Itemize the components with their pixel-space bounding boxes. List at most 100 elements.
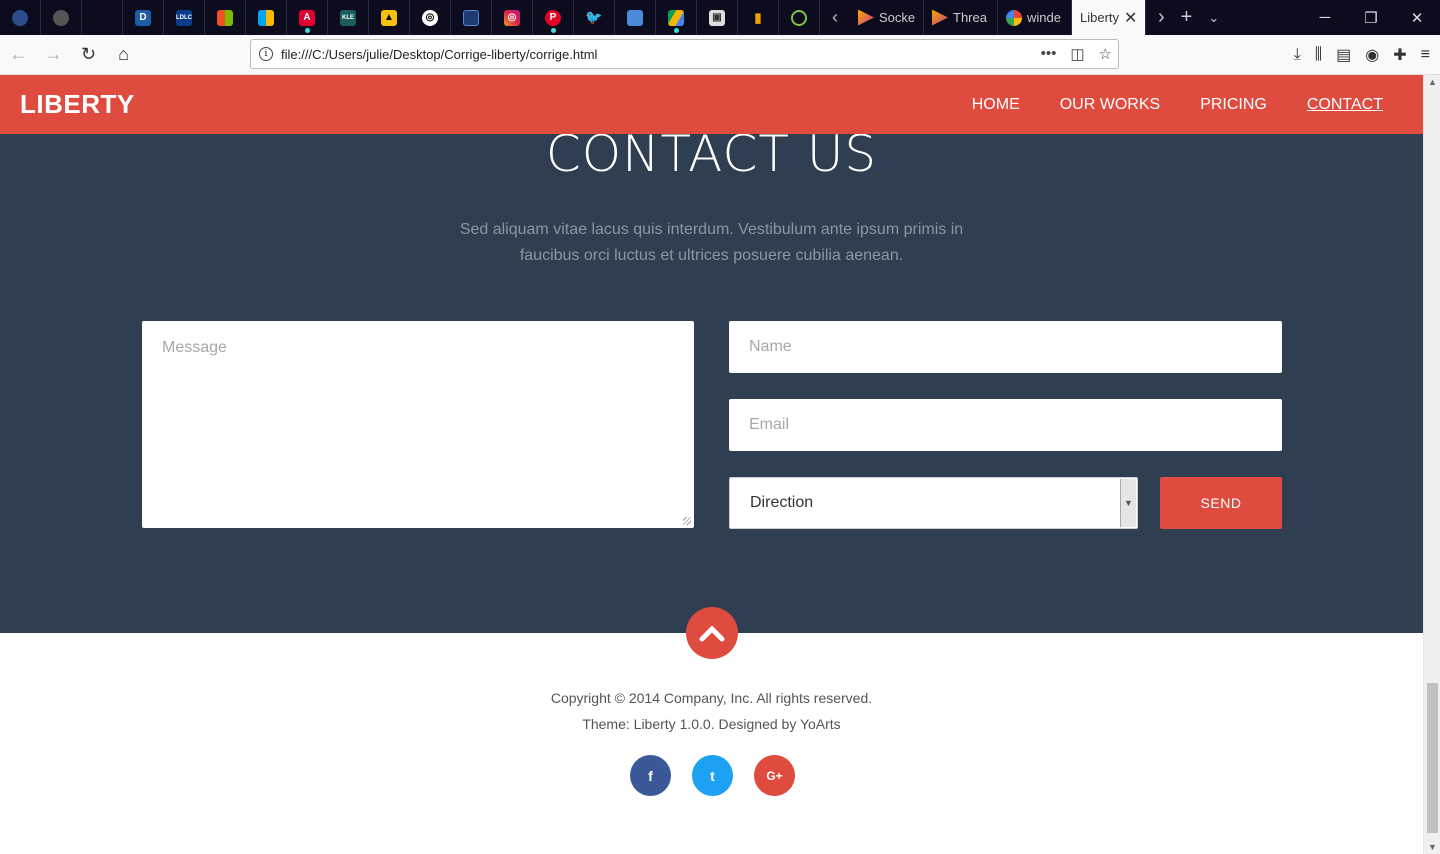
globe-icon: ◎ bbox=[422, 9, 438, 26]
site-header: LIBERTY HOME OUR WORKS PRICING CONTACT bbox=[0, 75, 1423, 134]
tab-scroll-left-icon[interactable]: ‹ bbox=[820, 0, 850, 35]
tab-tools: › + ⌄ bbox=[1158, 6, 1219, 29]
chevron-down-icon[interactable]: ▼ bbox=[1120, 479, 1136, 527]
pinned-tab-circle[interactable] bbox=[41, 0, 82, 35]
pinned-tabs: D LDLC A KLE ▲ ◎ ◎ P 🐦 ▣ ▮ bbox=[0, 0, 820, 35]
direction-select[interactable]: Direction ▼ bbox=[729, 477, 1138, 529]
social-links: f t G+ bbox=[630, 755, 795, 796]
moon-icon bbox=[12, 9, 28, 26]
kle-icon: KLE bbox=[340, 9, 356, 26]
url-text: file:///C:/Users/julie/Desktop/Corrige-l… bbox=[281, 46, 598, 62]
pinned-tab-drive[interactable] bbox=[656, 0, 697, 35]
info-icon[interactable]: i bbox=[259, 47, 273, 61]
restore-icon[interactable]: ❐ bbox=[1348, 0, 1394, 35]
menu-our-works[interactable]: OUR WORKS bbox=[1060, 96, 1160, 114]
circle-icon bbox=[53, 9, 69, 26]
map-icon bbox=[627, 9, 643, 26]
back-to-top-button[interactable] bbox=[686, 607, 738, 659]
brand-logo[interactable]: LIBERTY bbox=[20, 89, 135, 120]
pinned-tab-blank[interactable] bbox=[82, 0, 123, 35]
tab-active[interactable]: Liberty ✕ bbox=[1072, 0, 1146, 35]
browser-tabstrip: D LDLC A KLE ▲ ◎ ◎ P 🐦 ▣ ▮ ‹ Socke Threa… bbox=[0, 0, 1440, 35]
star-icon[interactable]: ☆ bbox=[1099, 45, 1112, 63]
instagram-icon: ◎ bbox=[504, 9, 520, 26]
copyright-text: Copyright © 2014 Company, Inc. All right… bbox=[550, 690, 873, 706]
pinterest-icon: P bbox=[545, 9, 561, 26]
back-icon[interactable]: ← bbox=[2, 38, 35, 71]
page-scrollbar[interactable]: ▲ ▼ bbox=[1423, 75, 1440, 854]
bing-icon bbox=[932, 9, 948, 26]
pinned-tab-bag[interactable]: ▣ bbox=[697, 0, 738, 35]
url-bar[interactable]: i file:///C:/Users/julie/Desktop/Corrige… bbox=[250, 39, 1119, 69]
library-icon[interactable]: ⫼ bbox=[1315, 46, 1322, 64]
pinned-tab-globe[interactable]: ◎ bbox=[410, 0, 451, 35]
windows-icon bbox=[217, 9, 233, 26]
scroll-up-icon[interactable]: ▲ bbox=[1424, 77, 1440, 87]
chevron-up-icon bbox=[699, 625, 725, 642]
pinned-tab-instagram[interactable]: ◎ bbox=[492, 0, 533, 35]
close-icon[interactable]: ✕ bbox=[1124, 8, 1145, 28]
site-menu: HOME OUR WORKS PRICING CONTACT bbox=[972, 96, 1383, 114]
pinned-tab-windows-2[interactable] bbox=[246, 0, 287, 35]
name-field[interactable]: Name bbox=[729, 321, 1282, 373]
pinned-tab-d[interactable]: D bbox=[123, 0, 164, 35]
pinned-tab-ldlc[interactable]: LDLC bbox=[164, 0, 205, 35]
pinned-tab-yellow[interactable]: ▲ bbox=[369, 0, 410, 35]
minimize-icon[interactable]: ─ bbox=[1302, 0, 1348, 35]
angular-icon: A bbox=[299, 9, 315, 26]
menu-pricing[interactable]: PRICING bbox=[1200, 96, 1267, 114]
pinned-tab-card[interactable] bbox=[451, 0, 492, 35]
pinned-tab-twitter[interactable]: 🐦 bbox=[574, 0, 615, 35]
twitter-icon[interactable]: t bbox=[692, 755, 733, 796]
more-icon[interactable]: ••• bbox=[1041, 45, 1057, 63]
windows-icon bbox=[258, 9, 274, 26]
pinned-tab-kle[interactable]: KLE bbox=[328, 0, 369, 35]
ring-icon bbox=[791, 9, 807, 26]
tab-1[interactable]: Socke bbox=[850, 0, 924, 35]
url-actions: ••• ◫ ☆ bbox=[1041, 45, 1112, 63]
ldlc-icon: LDLC bbox=[176, 9, 192, 26]
sidebar-icon[interactable]: ▤ bbox=[1336, 45, 1351, 65]
pocket-icon[interactable]: ◫ bbox=[1070, 45, 1084, 63]
scrollbar-thumb[interactable] bbox=[1427, 683, 1438, 833]
card-icon bbox=[463, 9, 479, 26]
page-viewport: CONTACT US Sed aliquam vitae lacus quis … bbox=[0, 75, 1423, 854]
bag-icon: ▣ bbox=[709, 9, 725, 26]
chart-icon: ▮ bbox=[754, 9, 762, 25]
account-icon[interactable]: ◉ bbox=[1365, 45, 1379, 65]
menu-contact[interactable]: CONTACT bbox=[1307, 96, 1383, 114]
resize-grip-icon[interactable] bbox=[683, 517, 691, 525]
twitter-icon: 🐦 bbox=[585, 9, 603, 25]
home-icon[interactable]: ⌂ bbox=[107, 38, 140, 71]
pinned-tab-moon[interactable] bbox=[0, 0, 41, 35]
pinned-tab-chart[interactable]: ▮ bbox=[738, 0, 779, 35]
pinned-tab-windows-1[interactable] bbox=[205, 0, 246, 35]
tab-3[interactable]: winde bbox=[998, 0, 1072, 35]
chevron-down-icon[interactable]: ⌄ bbox=[1208, 10, 1219, 26]
reload-icon[interactable]: ↻ bbox=[72, 38, 105, 71]
pinned-tab-angular[interactable]: A bbox=[287, 0, 328, 35]
download-icon[interactable]: ⤓ bbox=[1294, 46, 1301, 64]
new-tab-icon[interactable]: + bbox=[1181, 6, 1193, 29]
toolbar-right: ⤓ ⫼ ▤ ◉ ✚ ≡ bbox=[1294, 35, 1436, 75]
google-plus-icon[interactable]: G+ bbox=[754, 755, 795, 796]
tab-2[interactable]: Threa bbox=[924, 0, 998, 35]
pinned-tab-map[interactable] bbox=[615, 0, 656, 35]
extensions-icon[interactable]: ✚ bbox=[1393, 45, 1406, 65]
send-button[interactable]: SEND bbox=[1160, 477, 1282, 529]
email-field[interactable]: Email bbox=[729, 399, 1282, 451]
scroll-down-icon[interactable]: ▼ bbox=[1424, 842, 1440, 852]
d-icon: D bbox=[135, 9, 151, 26]
browser-navbar: ← → ↻ ⌂ i file:///C:/Users/julie/Desktop… bbox=[0, 35, 1440, 75]
window-controls: ─ ❐ ✕ bbox=[1302, 0, 1440, 35]
menu-icon[interactable]: ≡ bbox=[1421, 46, 1430, 64]
close-window-icon[interactable]: ✕ bbox=[1394, 0, 1440, 35]
message-field[interactable]: Message bbox=[142, 321, 694, 528]
forward-icon[interactable]: → bbox=[37, 38, 70, 71]
pinned-tab-pinterest[interactable]: P bbox=[533, 0, 574, 35]
drive-icon bbox=[668, 9, 684, 26]
pinned-tab-ring[interactable] bbox=[779, 0, 820, 35]
menu-home[interactable]: HOME bbox=[972, 96, 1020, 114]
tab-scroll-right-icon[interactable]: › bbox=[1158, 6, 1165, 29]
facebook-icon[interactable]: f bbox=[630, 755, 671, 796]
